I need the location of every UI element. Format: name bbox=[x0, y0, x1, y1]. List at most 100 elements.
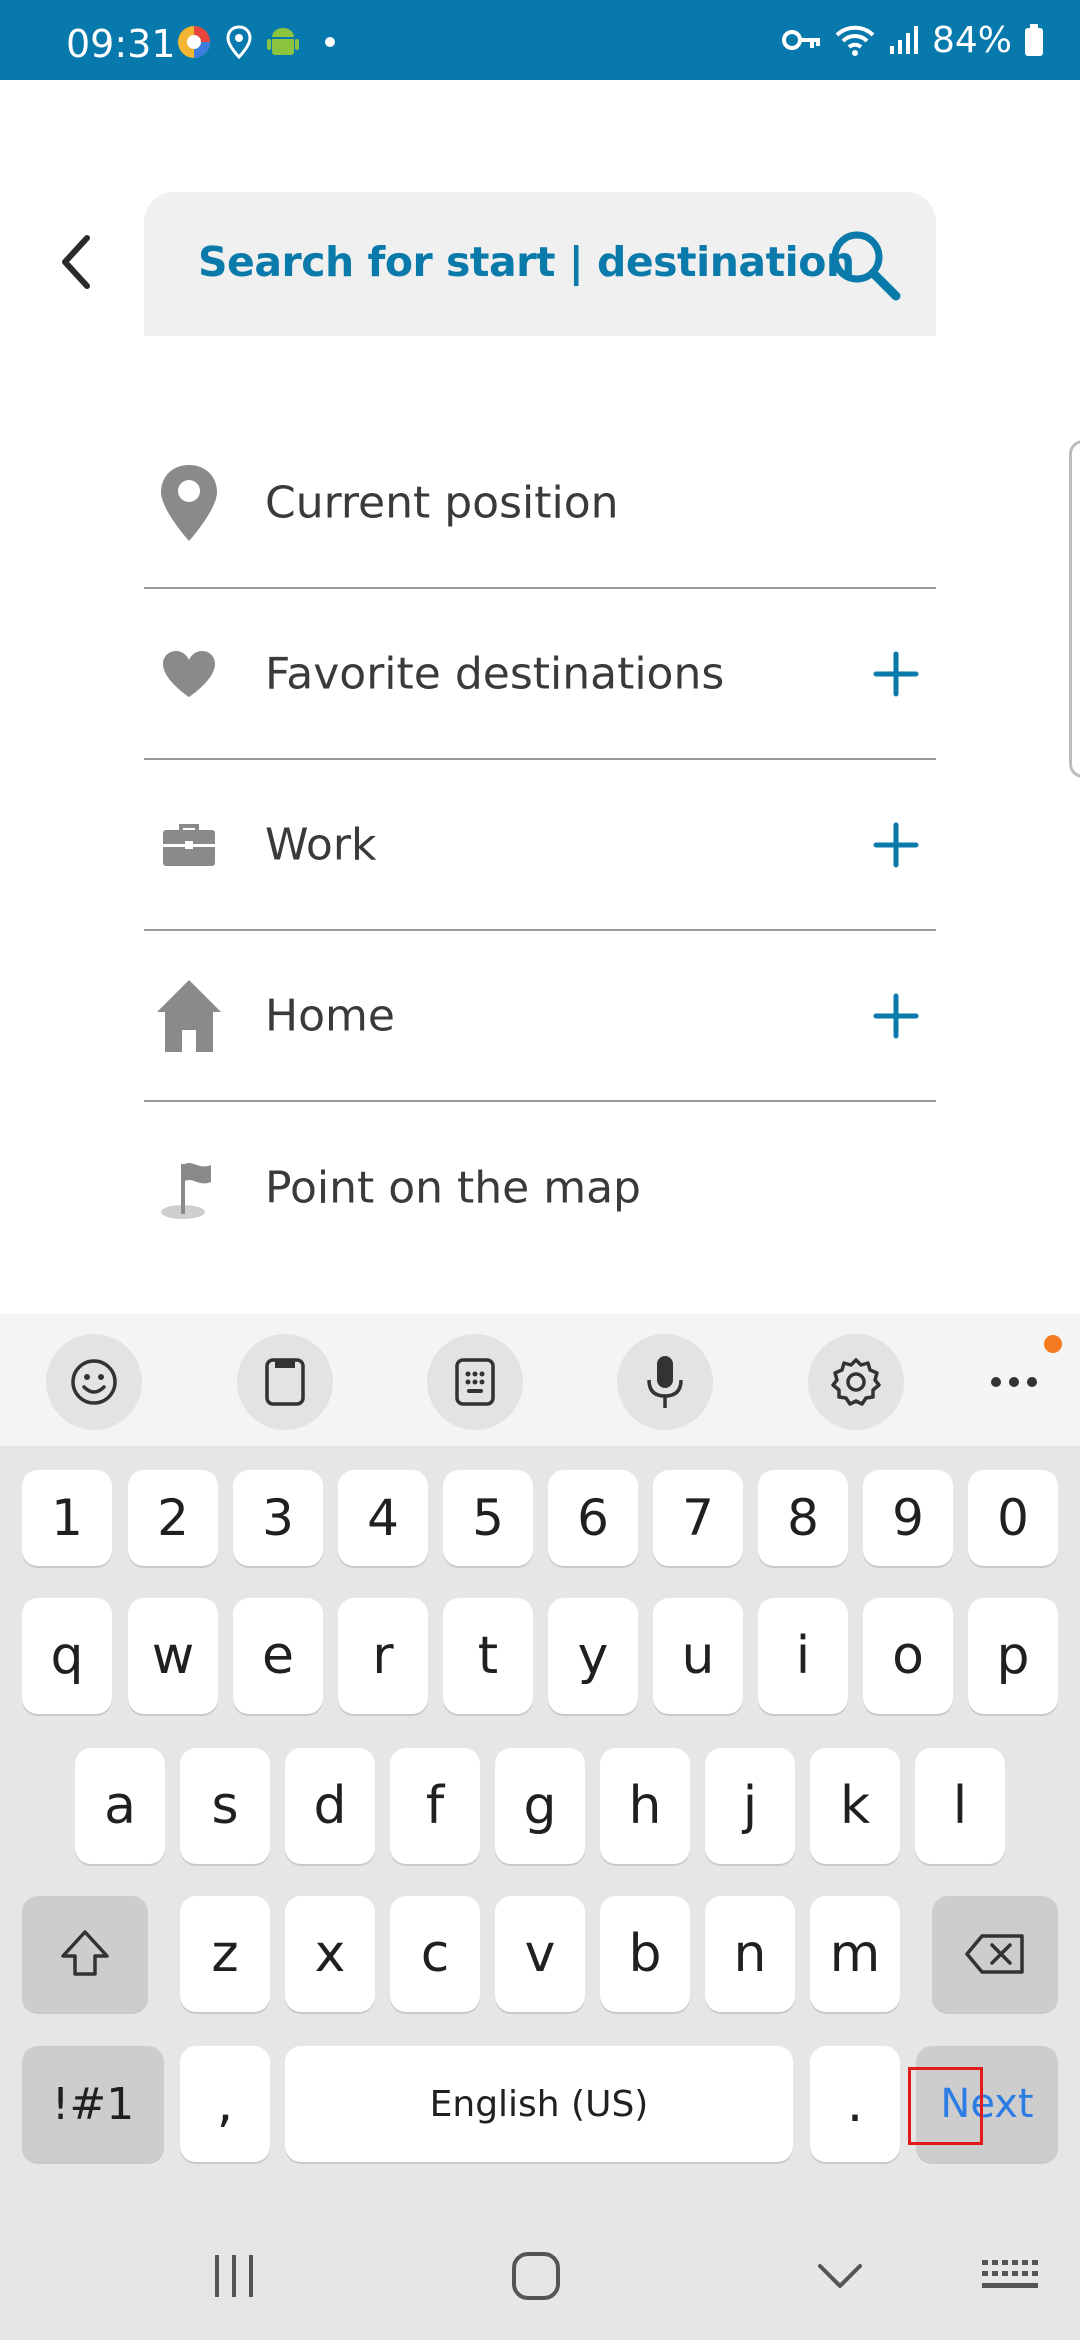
key-1[interactable]: 1 bbox=[22, 1470, 112, 1566]
symbols-key[interactable]: !#1 bbox=[22, 2046, 164, 2162]
android-icon bbox=[267, 28, 299, 55]
add-favorite-button[interactable] bbox=[866, 644, 926, 704]
key-j[interactable]: j bbox=[705, 1748, 795, 1864]
highlight-box bbox=[908, 2067, 983, 2145]
list-item-label: Point on the map bbox=[265, 1162, 641, 1213]
key-k[interactable]: k bbox=[810, 1748, 900, 1864]
plus-icon bbox=[873, 822, 919, 867]
key-t[interactable]: t bbox=[443, 1598, 533, 1714]
navigation-bar bbox=[0, 2206, 1080, 2340]
key-c[interactable]: c bbox=[390, 1896, 480, 2012]
list-item-work[interactable]: Work bbox=[144, 760, 936, 931]
key-s[interactable]: s bbox=[180, 1748, 270, 1864]
key-i[interactable]: i bbox=[758, 1598, 848, 1714]
home-icon bbox=[512, 2252, 560, 2300]
key-8[interactable]: 8 bbox=[758, 1470, 848, 1566]
key-n[interactable]: n bbox=[705, 1896, 795, 2012]
keyboard-settings-button[interactable] bbox=[808, 1334, 904, 1430]
backspace-key[interactable] bbox=[932, 1896, 1058, 2012]
status-bar: 09:31 84% bbox=[0, 0, 1080, 80]
key-g[interactable]: g bbox=[495, 1748, 585, 1864]
search-placeholder: Search for start | destination bbox=[198, 238, 855, 286]
house-icon bbox=[154, 976, 224, 1056]
recent-apps-button[interactable] bbox=[194, 2236, 274, 2316]
key-a[interactable]: a bbox=[75, 1748, 165, 1864]
scroll-edge-handle[interactable] bbox=[1069, 440, 1080, 778]
key-h[interactable]: h bbox=[600, 1748, 690, 1864]
keyboard-icon bbox=[982, 2260, 1038, 2288]
shift-icon bbox=[61, 1930, 109, 1976]
key-d[interactable]: d bbox=[285, 1748, 375, 1864]
battery-percent: 84% bbox=[931, 19, 1012, 61]
notification-dot bbox=[1044, 1335, 1062, 1353]
chevron-left-icon bbox=[62, 235, 90, 289]
chevron-down-icon bbox=[818, 2264, 862, 2288]
key-w[interactable]: w bbox=[128, 1598, 218, 1714]
key-f[interactable]: f bbox=[390, 1748, 480, 1864]
key-3[interactable]: 3 bbox=[233, 1470, 323, 1566]
search-input[interactable]: Search for start | destination bbox=[144, 192, 936, 336]
space-key[interactable]: English (US) bbox=[285, 2046, 793, 2162]
list-item-current-position[interactable]: Current position bbox=[144, 418, 936, 589]
shift-key[interactable] bbox=[22, 1896, 148, 2012]
status-time: 09:31 bbox=[66, 22, 176, 66]
key-o[interactable]: o bbox=[863, 1598, 953, 1714]
key-m[interactable]: m bbox=[810, 1896, 900, 2012]
key-u[interactable]: u bbox=[653, 1598, 743, 1714]
key-9[interactable]: 9 bbox=[863, 1470, 953, 1566]
keyboard-toolbar bbox=[0, 1314, 1080, 1446]
wifi-icon bbox=[835, 25, 875, 56]
key-6[interactable]: 6 bbox=[548, 1470, 638, 1566]
key-icon bbox=[781, 30, 820, 50]
key-b[interactable]: b bbox=[600, 1896, 690, 2012]
key-2[interactable]: 2 bbox=[128, 1470, 218, 1566]
key-7[interactable]: 7 bbox=[653, 1470, 743, 1566]
microphone-icon bbox=[647, 1356, 683, 1408]
key-r[interactable]: r bbox=[338, 1598, 428, 1714]
clipboard-button[interactable] bbox=[237, 1334, 333, 1430]
period-key[interactable]: . bbox=[810, 2046, 900, 2162]
key-v[interactable]: v bbox=[495, 1896, 585, 2012]
emoji-button[interactable] bbox=[46, 1334, 142, 1430]
hide-keyboard-button[interactable] bbox=[800, 2236, 880, 2316]
dot-icon bbox=[325, 37, 335, 47]
voice-input-button[interactable] bbox=[617, 1334, 713, 1430]
status-icons-left bbox=[176, 24, 338, 60]
key-x[interactable]: x bbox=[285, 1896, 375, 2012]
list-item-label: Work bbox=[265, 819, 377, 870]
keyboard-switch-button[interactable] bbox=[970, 2236, 1050, 2316]
search-icon bbox=[831, 231, 901, 301]
key-q[interactable]: q bbox=[22, 1598, 112, 1714]
shortcut-list: Current position Favorite destinations W… bbox=[144, 418, 936, 1273]
battery-icon bbox=[1025, 24, 1043, 56]
list-item-label: Favorite destinations bbox=[265, 648, 725, 699]
key-z[interactable]: z bbox=[180, 1896, 270, 2012]
keypad-icon bbox=[455, 1358, 495, 1406]
back-button[interactable] bbox=[40, 222, 110, 302]
list-item-favorite-destinations[interactable]: Favorite destinations bbox=[144, 589, 936, 760]
key-l[interactable]: l bbox=[915, 1748, 1005, 1864]
plus-icon bbox=[873, 993, 919, 1038]
list-item-label: Current position bbox=[265, 477, 619, 528]
flag-icon bbox=[154, 1148, 224, 1228]
location-icon bbox=[226, 25, 252, 59]
list-item-home[interactable]: Home bbox=[144, 931, 936, 1102]
home-button[interactable] bbox=[496, 2236, 576, 2316]
key-5[interactable]: 5 bbox=[443, 1470, 533, 1566]
emoji-icon bbox=[71, 1359, 117, 1405]
signal-icon bbox=[889, 26, 918, 54]
key-p[interactable]: p bbox=[968, 1598, 1058, 1714]
key-e[interactable]: e bbox=[233, 1598, 323, 1714]
add-home-button[interactable] bbox=[866, 986, 926, 1046]
briefcase-icon bbox=[154, 805, 224, 885]
clipboard-icon bbox=[265, 1358, 305, 1406]
key-y[interactable]: y bbox=[548, 1598, 638, 1714]
add-work-button[interactable] bbox=[866, 815, 926, 875]
key-4[interactable]: 4 bbox=[338, 1470, 428, 1566]
status-icons-right: 84% bbox=[781, 19, 1044, 61]
keypad-button[interactable] bbox=[427, 1334, 523, 1430]
key-0[interactable]: 0 bbox=[968, 1470, 1058, 1566]
list-item-point-on-map[interactable]: Point on the map bbox=[144, 1102, 936, 1273]
comma-key[interactable]: , bbox=[180, 2046, 270, 2162]
search-button[interactable] bbox=[822, 222, 906, 306]
